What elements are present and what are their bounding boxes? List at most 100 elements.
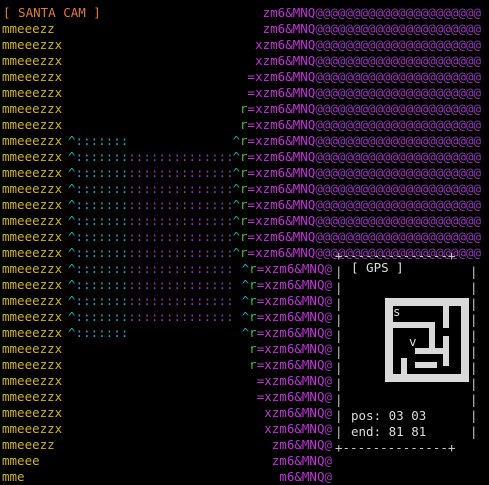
gps-panel: +--------------+ +--------------+ | | | | | |… [335, 248, 483, 456]
gps-border-segment: | [335, 392, 343, 407]
gps-border-segment: | [335, 296, 343, 311]
ascii-right: =xzm6&MNQ@ [256, 389, 332, 404]
gps-title: [ GPS ] [351, 260, 404, 275]
ascii-row: mmeeezzx xzm6&MNQ@@@@@@@@@@@@@@@@@@@@@@ [2, 53, 481, 69]
gps-border-segment: | [335, 312, 343, 327]
ascii-shading: ^::::::::::::::::::::: [68, 165, 234, 180]
ascii-row: zm6&MNQ@@@@@@@@@@@@@@@@@@@@@@ [2, 5, 481, 21]
ascii-right: ^r=xzm6&MNQ@@@@@@@@@@@@@@@@@@@@@@ [232, 165, 481, 180]
ascii-row: mmeeezzx =xzm6&MNQ@@@@@@@@@@@@@@@@@@@@@@ [2, 69, 481, 85]
ascii-left: mmeeezzx [2, 69, 63, 84]
ascii-right: r=xzm6&MNQ@ [249, 341, 332, 356]
ascii-shading: ^::::::::::::::::::::: [68, 277, 234, 292]
ascii-left: mmeeezzx [2, 293, 63, 308]
gps-border-segment: | [470, 296, 478, 311]
ascii-left: mmeeezzx [2, 341, 63, 356]
ascii-left: mmeeezzx [2, 165, 63, 180]
ascii-row: mmeeezzx ^::::::::::::::::::::: ^r=xzm6&MN… [2, 149, 481, 165]
ascii-right: =xzm6&MNQ@@@@@@@@@@@@@@@@@@@@@@ [247, 85, 481, 100]
maze-wall [415, 362, 437, 368]
gps-border-segment: | [335, 328, 343, 343]
ascii-row: mmeeezz zm6&MNQ@@@@@@@@@@@@@@@@@@@@@@ [2, 21, 481, 37]
ascii-left: mmeeezzx [2, 245, 63, 260]
ascii-right: ^r=xzm6&MNQ@@@@@@@@@@@@@@@@@@@@@@ [232, 133, 481, 148]
maze-wall [401, 358, 407, 374]
ascii-row: mmeeezzx ^::::::::::::::::::::: ^r=xzm6&MN… [2, 229, 481, 245]
ascii-right: m6&MNQ@ [279, 469, 332, 484]
gps-border-segment: | [335, 264, 343, 279]
gps-border-segment: | [335, 360, 343, 375]
maze-wall [443, 306, 449, 328]
ascii-shading: ^::::::: [68, 133, 129, 148]
gps-position: pos: 03 03 [351, 408, 427, 423]
ascii-left: mmeeezzx [2, 37, 63, 52]
ascii-shading: ^::::::::::::::::::::: [68, 149, 234, 164]
maze-wall [385, 374, 469, 382]
ascii-left: mmeeezzx [2, 373, 63, 388]
ascii-left: mmeeezzx [2, 149, 63, 164]
ascii-row: mmeeezzx ^::::::::::::::::::::: ^r=xzm6&MN… [2, 165, 481, 181]
ascii-left: mmeeezzx [2, 421, 63, 436]
ascii-row: mmeeezzx ^::::::::::::::::::::: ^r=xzm6&MN… [2, 197, 481, 213]
map-marker-santa: v [409, 334, 417, 349]
ascii-right: ^r=xzm6&MNQ@ [241, 309, 332, 324]
ascii-right: r=xzm6&MNQ@ [249, 357, 332, 372]
ascii-right: r=xzm6&MNQ@@@@@@@@@@@@@@@@@@@@@@ [240, 117, 481, 132]
ascii-right: xzm6&MNQ@@@@@@@@@@@@@@@@@@@@@@ [255, 37, 481, 52]
ascii-right: =xzm6&MNQ@@@@@@@@@@@@@@@@@@@@@@ [247, 69, 481, 84]
ascii-right: xzm6&MNQ@ [264, 421, 332, 436]
gps-border-segment: | [335, 376, 343, 391]
map-marker-start: s [393, 304, 401, 319]
ascii-right: zm6&MNQ@ [271, 453, 332, 468]
maze-wall [385, 298, 393, 382]
ascii-right: ^r=xzm6&MNQ@@@@@@@@@@@@@@@@@@@@@@ [232, 229, 481, 244]
ascii-right: zm6&MNQ@@@@@@@@@@@@@@@@@@@@@@ [262, 21, 481, 36]
ascii-right: =xzm6&MNQ@ [256, 373, 332, 388]
ascii-left: mmeeezzx [2, 101, 63, 116]
ascii-right: ^r=xzm6&MNQ@@@@@@@@@@@@@@@@@@@@@@ [232, 213, 481, 228]
ascii-row: mme m6&MNQ@ [2, 469, 481, 485]
ascii-left: mmeeezzx [2, 229, 63, 244]
gps-border-segment: | [335, 424, 343, 439]
ascii-shading: ^::::::::::::::::::::: [68, 309, 234, 324]
ascii-right: zm6&MNQ@@@@@@@@@@@@@@@@@@@@@@ [262, 5, 481, 20]
maze-wall [393, 322, 433, 328]
ascii-left: mmeeezzx [2, 261, 63, 276]
ascii-row: mmeeezzx xzm6&MNQ@@@@@@@@@@@@@@@@@@@@@@ [2, 37, 481, 53]
ascii-row: mmeeezzx r=xzm6&MNQ@@@@@@@@@@@@@@@@@@@@@@ [2, 101, 481, 117]
ascii-right: ^r=xzm6&MNQ@@@@@@@@@@@@@@@@@@@@@@ [232, 149, 481, 164]
gps-border-segment: | [470, 280, 478, 295]
ascii-shading: ^::::::::::::::::::::: [68, 293, 234, 308]
ascii-shading: ^::::::::::::::::::::: [68, 261, 234, 276]
ascii-right: ^r=xzm6&MNQ@@@@@@@@@@@@@@@@@@@@@@ [232, 181, 481, 196]
ascii-left: mmeeezzx [2, 117, 63, 132]
ascii-left: mmeeezzx [2, 213, 63, 228]
ascii-row: mmeeezzx r=xzm6&MNQ@@@@@@@@@@@@@@@@@@@@@@ [2, 117, 481, 133]
ascii-row: mmeeezzx ^::::::: ^r=xzm6&MNQ@@@@@@@@@@@@@… [2, 133, 481, 149]
ascii-shading: ^::::::: [68, 325, 129, 340]
ascii-shading: ^::::::::::::::::::::: [68, 245, 234, 260]
ascii-left: mmeeezzx [2, 85, 63, 100]
gps-border-segment: | [470, 360, 478, 375]
ascii-right: xzm6&MNQ@ [264, 405, 332, 420]
gps-border-segment: | [335, 280, 343, 295]
ascii-left: mmeeezzx [2, 197, 63, 212]
ascii-left: mmeee [2, 453, 40, 468]
ascii-left: mmeeezzx [2, 389, 63, 404]
ascii-left: mmeeezzx [2, 405, 63, 420]
ascii-left: mmeeezzx [2, 277, 63, 292]
ascii-right: ^r=xzm6&MNQ@ [241, 261, 332, 276]
ascii-right: ^r=xzm6&MNQ@ [241, 293, 332, 308]
maze-wall [415, 348, 443, 354]
santa-cam-screen: [ SANTA CAM ] zm6&MNQ@@@@@@@@@@@@@@@@@@@… [0, 0, 489, 484]
gps-border-segment: | [335, 408, 343, 423]
gps-border-segment: | [470, 376, 478, 391]
ascii-left: mmeeezz [2, 21, 55, 36]
ascii-shading: ^::::::::::::::::::::: [68, 197, 234, 212]
ascii-left: mmeeezzx [2, 309, 63, 324]
maze-wall [461, 298, 469, 382]
gps-border-segment: | [470, 424, 478, 439]
gps-border-segment: | [470, 344, 478, 359]
ascii-right: zm6&MNQ@ [271, 437, 332, 452]
ascii-left: mmeeezzx [2, 53, 63, 68]
